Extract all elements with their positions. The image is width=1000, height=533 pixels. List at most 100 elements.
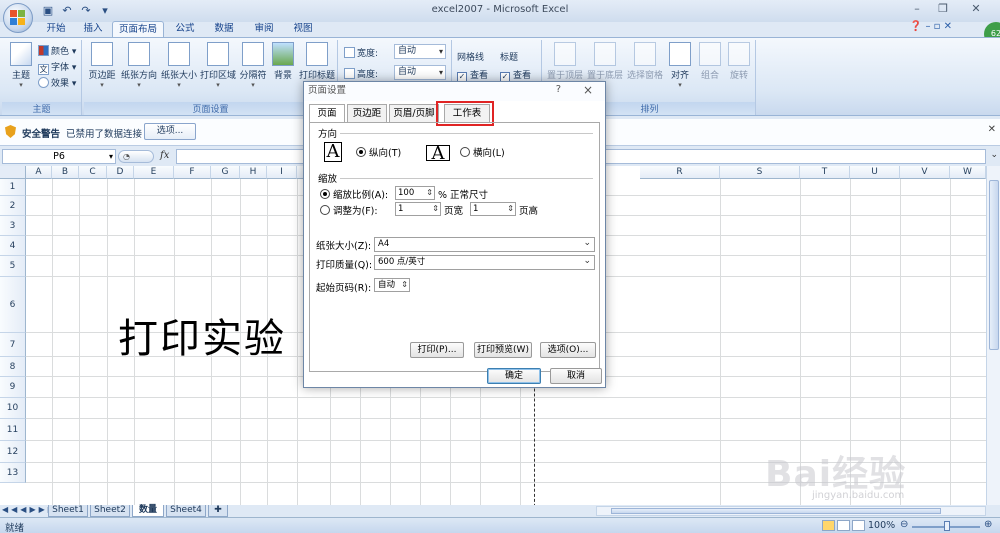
column-header[interactable]: R bbox=[640, 166, 720, 179]
column-header[interactable]: T bbox=[800, 166, 850, 179]
column-header[interactable]: B bbox=[52, 166, 79, 179]
selection-pane-button[interactable]: 选择窗格 bbox=[626, 42, 664, 81]
orientation-button[interactable]: 纸张方向 ▾ bbox=[120, 42, 158, 89]
bring-to-front-button[interactable]: 置于顶层 bbox=[546, 42, 584, 81]
row-header[interactable]: 10 bbox=[0, 398, 26, 419]
column-header[interactable]: F bbox=[174, 166, 211, 179]
zoom-in-icon[interactable]: ⊕ bbox=[984, 519, 992, 530]
help-icon[interactable]: ? bbox=[556, 84, 561, 95]
help-icon[interactable]: ❓ – ▫ ✕ bbox=[910, 21, 952, 32]
align-button[interactable]: 对齐 ▾ bbox=[666, 42, 694, 89]
tab-formulas[interactable]: 公式 bbox=[168, 21, 202, 38]
scroll-thumb[interactable] bbox=[989, 180, 999, 350]
cancel-button[interactable]: 取消 bbox=[550, 368, 602, 384]
send-to-back-button[interactable]: 置于底层 bbox=[586, 42, 624, 81]
zoom-level[interactable]: 100% bbox=[868, 520, 895, 531]
insert-sheet-icon[interactable]: ✚ bbox=[208, 505, 228, 517]
office-button[interactable] bbox=[3, 3, 33, 33]
formula-controls[interactable]: ◔ bbox=[118, 150, 154, 163]
column-header[interactable]: V bbox=[900, 166, 950, 179]
column-header[interactable]: H bbox=[240, 166, 267, 179]
row-header[interactable]: 5 bbox=[0, 256, 26, 277]
row-header[interactable]: 13 bbox=[0, 463, 26, 483]
column-header[interactable]: I bbox=[267, 166, 297, 179]
row-header[interactable]: 1 bbox=[0, 179, 26, 196]
tab-home[interactable]: 开始 bbox=[38, 21, 74, 38]
row-header[interactable]: 3 bbox=[0, 216, 26, 236]
ok-button[interactable]: 确定 bbox=[487, 368, 541, 384]
column-header[interactable]: U bbox=[850, 166, 900, 179]
rotate-button[interactable]: 旋转 bbox=[726, 42, 752, 81]
scale-percent-input[interactable]: 100 bbox=[395, 186, 435, 200]
print-button[interactable]: 打印(P)... bbox=[410, 342, 464, 358]
tab-margins[interactable]: 页边距 bbox=[347, 104, 387, 122]
paper-size-select[interactable]: A4 bbox=[374, 237, 595, 252]
theme-effects-button[interactable]: 效果 ▾ bbox=[38, 76, 76, 89]
theme-colors-button[interactable]: 颜色 ▾ bbox=[38, 44, 76, 57]
themes-button[interactable]: 主题 ▾ bbox=[6, 42, 36, 89]
first-page-input[interactable]: 自动 bbox=[374, 278, 410, 292]
print-quality-select[interactable]: 600 点/英寸 bbox=[374, 255, 595, 270]
print-preview-button[interactable]: 打印预览(W) bbox=[474, 342, 532, 358]
print-titles-button[interactable]: 打印标题 bbox=[298, 42, 336, 81]
portrait-radio[interactable]: 纵向(T) bbox=[356, 145, 401, 159]
sheet-tab-2[interactable]: Sheet2 bbox=[90, 505, 130, 517]
insert-function-icon[interactable]: fx bbox=[160, 150, 169, 161]
row-header[interactable]: 7 bbox=[0, 333, 26, 357]
fit-to-radio[interactable]: 调整为(F): bbox=[320, 203, 378, 217]
column-header[interactable]: E bbox=[134, 166, 174, 179]
normal-view-icon[interactable] bbox=[822, 520, 835, 531]
column-header[interactable]: C bbox=[79, 166, 107, 179]
select-all-corner[interactable] bbox=[0, 166, 26, 179]
height-dropdown[interactable]: 自动 bbox=[394, 65, 446, 80]
size-button[interactable]: 纸张大小 ▾ bbox=[160, 42, 198, 89]
row-header[interactable]: 4 bbox=[0, 236, 26, 256]
name-box[interactable]: P6 bbox=[2, 149, 116, 164]
tab-view[interactable]: 视图 bbox=[286, 21, 320, 38]
row-header[interactable]: 2 bbox=[0, 196, 26, 216]
close-icon[interactable]: × bbox=[583, 83, 593, 97]
sheet-tab-3[interactable]: 数量 bbox=[132, 505, 164, 517]
column-header[interactable]: G bbox=[211, 166, 240, 179]
zoom-out-icon[interactable]: ⊖ bbox=[900, 519, 908, 530]
close-icon[interactable]: ✕ bbox=[988, 124, 996, 135]
tab-data[interactable]: 数据 bbox=[206, 21, 242, 38]
tab-page[interactable]: 页面 bbox=[309, 104, 345, 123]
minimize-icon[interactable]: – bbox=[904, 0, 930, 18]
row-header[interactable]: 9 bbox=[0, 377, 26, 398]
landscape-radio[interactable]: 横向(L) bbox=[460, 145, 505, 159]
sheet-tab-1[interactable]: Sheet1 bbox=[48, 505, 88, 517]
scroll-thumb[interactable] bbox=[611, 508, 941, 514]
expand-formula-icon[interactable]: ⌄ bbox=[990, 150, 998, 160]
width-dropdown[interactable]: 自动 bbox=[394, 44, 446, 59]
tab-page-layout[interactable]: 页面布局 bbox=[112, 21, 164, 38]
restore-icon[interactable]: ❐ bbox=[930, 0, 956, 18]
sheet-tab-4[interactable]: Sheet4 bbox=[166, 505, 206, 517]
options-button[interactable]: 选项(O)... bbox=[540, 342, 596, 358]
column-header[interactable]: S bbox=[720, 166, 800, 179]
tab-review[interactable]: 审阅 bbox=[246, 21, 282, 38]
row-header[interactable]: 6 bbox=[0, 277, 26, 333]
breaks-button[interactable]: 分隔符 ▾ bbox=[238, 42, 268, 89]
horizontal-scrollbar[interactable] bbox=[596, 506, 986, 516]
row-header[interactable]: 8 bbox=[0, 357, 26, 377]
row-header[interactable]: 12 bbox=[0, 441, 26, 463]
tab-sheet[interactable]: 工作表 bbox=[444, 104, 490, 122]
column-header[interactable]: D bbox=[107, 166, 134, 179]
pages-tall-input[interactable]: 1 bbox=[470, 202, 516, 216]
row-header[interactable]: 11 bbox=[0, 419, 26, 441]
pages-wide-input[interactable]: 1 bbox=[395, 202, 441, 216]
background-button[interactable]: 背景 bbox=[270, 42, 296, 81]
column-header[interactable]: A bbox=[26, 166, 52, 179]
tab-header-footer[interactable]: 页眉/页脚 bbox=[389, 104, 439, 122]
page-layout-view-icon[interactable] bbox=[837, 520, 850, 531]
page-break-view-icon[interactable] bbox=[852, 520, 865, 531]
close-icon[interactable]: ✕ bbox=[956, 0, 996, 18]
zoom-knob[interactable] bbox=[944, 521, 950, 531]
tab-insert[interactable]: 插入 bbox=[76, 21, 110, 38]
vertical-scrollbar[interactable] bbox=[986, 166, 1000, 505]
headings-view-checkbox[interactable]: ✓ 查看 bbox=[500, 68, 531, 82]
margins-button[interactable]: 页边距 ▾ bbox=[86, 42, 118, 89]
adjust-to-radio[interactable]: 缩放比例(A): bbox=[320, 187, 388, 201]
gridlines-view-checkbox[interactable]: ✓ 查看 bbox=[457, 68, 488, 82]
